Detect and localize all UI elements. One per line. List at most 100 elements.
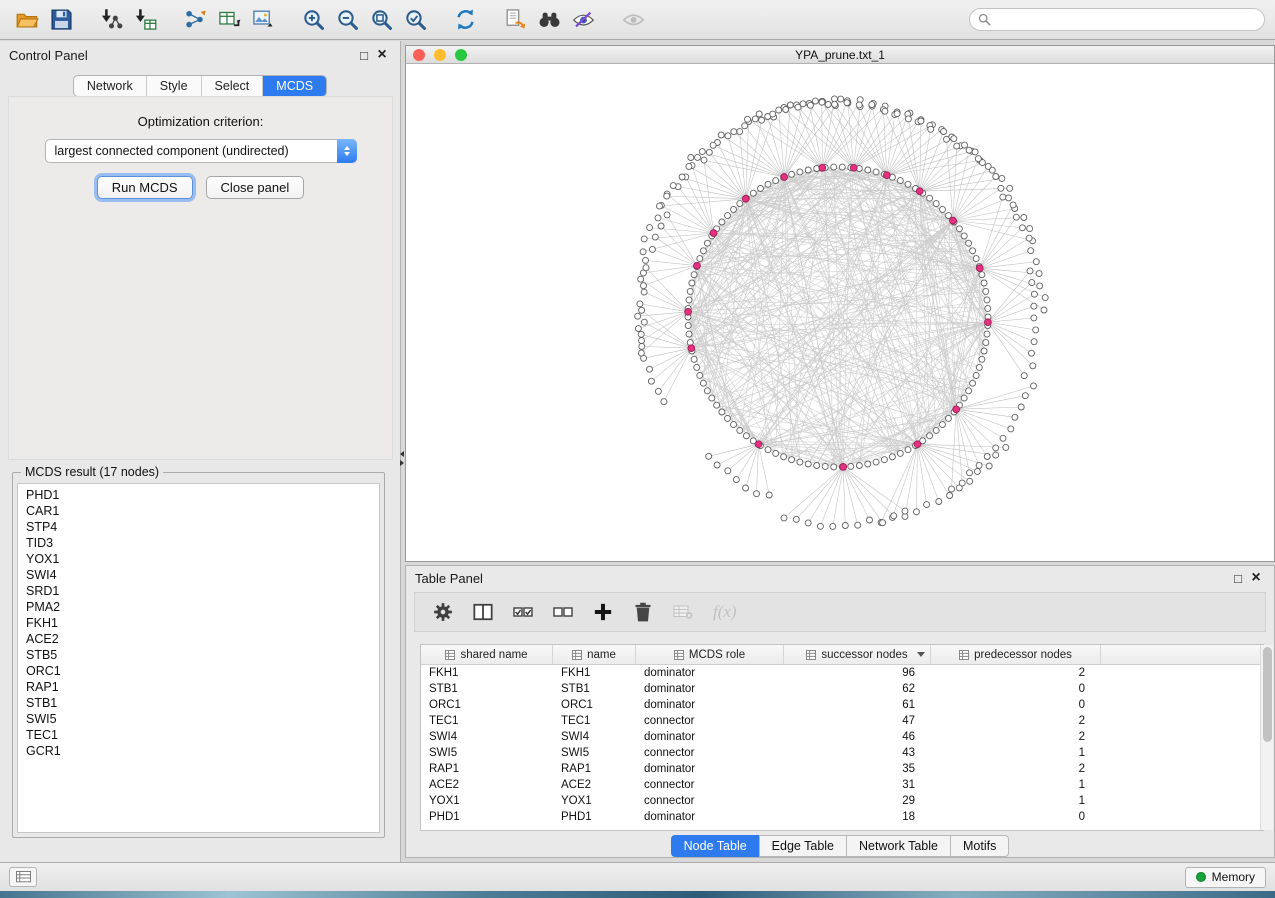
column-header-predecessor-nodes[interactable]: predecessor nodes (931, 645, 1101, 664)
splitter-handle[interactable] (398, 448, 405, 468)
cell-successors: 47 (784, 715, 931, 727)
function-builder-icon: f(x) (713, 602, 737, 622)
tab-mcds[interactable]: MCDS (263, 76, 326, 96)
network-canvas[interactable] (406, 65, 1274, 561)
float-panel-icon[interactable]: □ (355, 48, 373, 63)
save-icon[interactable] (44, 5, 78, 35)
refresh-view-icon[interactable] (448, 5, 482, 35)
cell-shared-name: SWI5 (421, 747, 553, 759)
table-row[interactable]: ACE2ACE2connector311 (421, 777, 1263, 793)
zoom-in-icon[interactable] (296, 5, 330, 35)
run-mcds-button[interactable]: Run MCDS (97, 176, 193, 199)
split-panel-icon[interactable] (473, 602, 493, 622)
column-header-successor-nodes[interactable]: successor nodes (784, 645, 931, 664)
table-row[interactable]: SWI5SWI5connector431 (421, 745, 1263, 761)
export-image-icon[interactable] (246, 5, 280, 35)
search-box[interactable] (969, 8, 1265, 31)
close-table-panel-icon[interactable]: × (1247, 569, 1265, 587)
mcds-result-item[interactable]: ORC1 (18, 663, 379, 679)
cell-shared-name: ORC1 (421, 699, 553, 711)
table-row[interactable]: TEC1TEC1connector472 (421, 713, 1263, 729)
import-table-file-icon[interactable] (128, 5, 162, 35)
window-close-icon[interactable] (413, 49, 425, 61)
add-row-icon[interactable] (593, 602, 613, 622)
table-row[interactable]: SWI4SWI4dominator462 (421, 729, 1263, 745)
show-panels-button[interactable] (9, 867, 37, 887)
zoom-out-icon[interactable] (330, 5, 364, 35)
mcds-result-item[interactable]: SRD1 (18, 583, 379, 599)
clear-table-icon (673, 602, 693, 622)
export-table-icon[interactable] (212, 5, 246, 35)
column-header-MCDS-role[interactable]: MCDS role (636, 645, 784, 664)
gear-icon[interactable] (433, 602, 453, 622)
mcds-result-item[interactable]: TID3 (18, 535, 379, 551)
search-icon (978, 13, 991, 26)
table-row[interactable]: RAP1RAP1dominator352 (421, 761, 1263, 777)
zoom-fit-icon[interactable] (364, 5, 398, 35)
zoom-selected-icon[interactable] (398, 5, 432, 35)
cell-name: RAP1 (553, 763, 636, 775)
mcds-result-item[interactable]: RAP1 (18, 679, 379, 695)
window-minimize-icon[interactable] (434, 49, 446, 61)
tab-node-table[interactable]: Node Table (671, 835, 759, 857)
mcds-result-item[interactable]: ACE2 (18, 631, 379, 647)
cell-shared-name: SWI4 (421, 731, 553, 743)
cell-shared-name: TEC1 (421, 715, 553, 727)
toolbar-separator (280, 5, 296, 35)
close-panel-icon[interactable]: × (373, 46, 391, 64)
mcds-result-item[interactable]: SWI5 (18, 711, 379, 727)
select-all-icon[interactable] (513, 602, 533, 622)
float-table-panel-icon[interactable]: □ (1229, 571, 1247, 586)
export-network-icon[interactable] (178, 5, 212, 35)
table-vertical-scrollbar[interactable] (1260, 645, 1273, 830)
table-row[interactable]: ORC1ORC1dominator610 (421, 697, 1263, 713)
mcds-result-item[interactable]: TEC1 (18, 727, 379, 743)
table-row[interactable]: PHD1PHD1dominator180 (421, 809, 1263, 825)
cell-predecessors: 2 (931, 715, 1101, 727)
mcds-result-item[interactable]: YOX1 (18, 551, 379, 567)
clone-network-icon[interactable] (498, 5, 532, 35)
mcds-result-item[interactable]: PMA2 (18, 599, 379, 615)
dropdown-stepper-icon (337, 139, 357, 163)
network-window-titlebar[interactable]: YPA_prune.txt_1 (406, 46, 1274, 64)
memory-button[interactable]: Memory (1185, 867, 1266, 888)
unselect-all-icon[interactable] (553, 602, 573, 622)
table-row[interactable]: YOX1YOX1connector291 (421, 793, 1263, 809)
tab-network[interactable]: Network (74, 76, 147, 96)
tab-motifs[interactable]: Motifs (950, 835, 1009, 857)
binoculars-icon[interactable] (532, 5, 566, 35)
column-header-shared-name[interactable]: shared name (421, 645, 553, 664)
search-input[interactable] (997, 13, 1256, 27)
mcds-result-item[interactable]: CAR1 (18, 503, 379, 519)
cell-successors: 18 (784, 811, 931, 823)
tab-style[interactable]: Style (147, 76, 202, 96)
memory-button-label: Memory (1212, 870, 1255, 884)
mcds-result-item[interactable]: GCR1 (18, 743, 379, 759)
mcds-result-item[interactable]: SWI4 (18, 567, 379, 583)
toolbar-separator (162, 5, 178, 35)
close-panel-button[interactable]: Close panel (206, 176, 305, 199)
mcds-result-item[interactable]: STB5 (18, 647, 379, 663)
tab-network-table[interactable]: Network Table (846, 835, 950, 857)
mcds-result-item[interactable]: FKH1 (18, 615, 379, 631)
trash-icon[interactable] (633, 602, 653, 622)
table-header-row: shared namenameMCDS rolesuccessor nodesp… (421, 645, 1263, 665)
window-zoom-icon[interactable] (455, 49, 467, 61)
mcds-result-list[interactable]: PHD1CAR1STP4TID3YOX1SWI4SRD1PMA2FKH1ACE2… (17, 483, 380, 833)
eye-icon[interactable] (616, 5, 650, 35)
table-row[interactable]: STB1STB1dominator620 (421, 681, 1263, 697)
tab-edge-table[interactable]: Edge Table (759, 835, 846, 857)
tab-select[interactable]: Select (202, 76, 264, 96)
table-panel: Table Panel □ × f(x) shared namenameMCDS… (405, 565, 1275, 858)
mcds-result-item[interactable]: STP4 (18, 519, 379, 535)
mcds-result-item[interactable]: STB1 (18, 695, 379, 711)
sort-chevron-icon[interactable] (917, 652, 925, 657)
scrollbar-thumb[interactable] (1263, 647, 1272, 742)
open-folder-icon[interactable] (10, 5, 44, 35)
column-header-name[interactable]: name (553, 645, 636, 664)
table-row[interactable]: FKH1FKH1dominator962 (421, 665, 1263, 681)
marker-eye-icon[interactable] (566, 5, 600, 35)
import-network-file-icon[interactable] (94, 5, 128, 35)
mcds-result-item[interactable]: PHD1 (18, 487, 379, 503)
criterion-select[interactable]: largest connected component (undirected) (45, 139, 357, 163)
